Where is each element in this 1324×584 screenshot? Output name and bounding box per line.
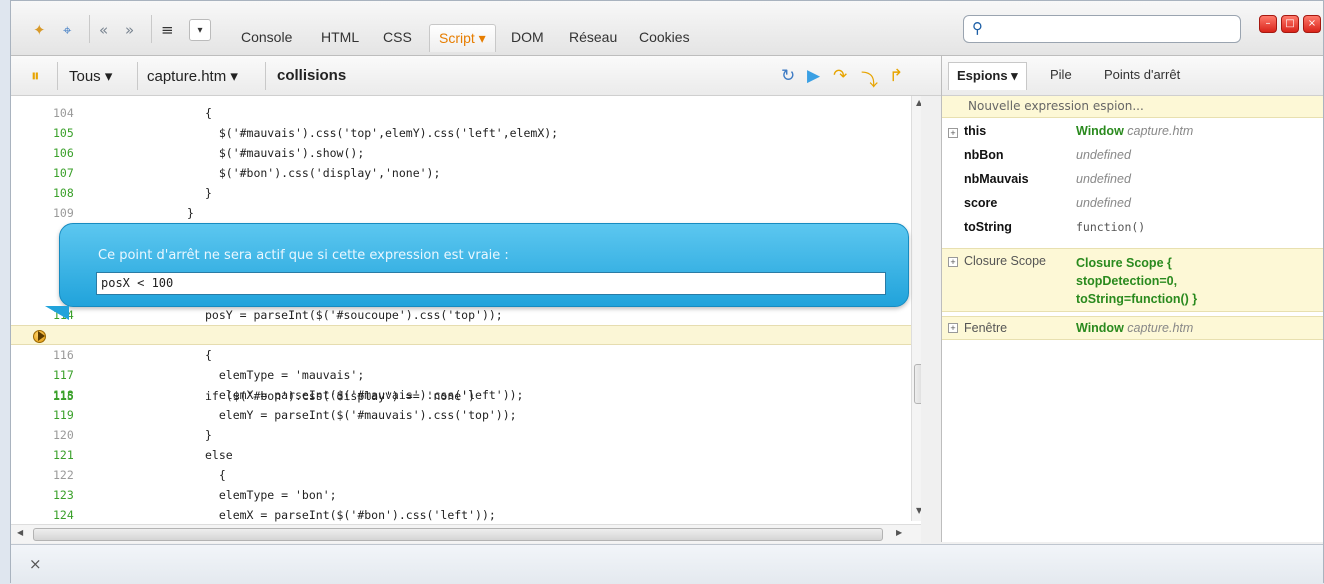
search-toolbar: ⚲ – □ × — [941, 1, 1323, 56]
step-over-icon[interactable]: ↷ — [833, 66, 847, 86]
window-scope-row[interactable]: + Fenêtre Window capture.htm — [942, 316, 1323, 340]
pause-icon[interactable]: ⏸ — [31, 66, 40, 86]
rerun-icon[interactable]: ↻ — [781, 66, 795, 86]
step-out-icon[interactable]: ↱ — [889, 66, 903, 86]
conditional-breakpoint-popup: Ce point d'arrêt ne sera actif que si ce… — [59, 223, 909, 307]
vertical-scroll-thumb[interactable] — [914, 364, 921, 404]
scroll-left-icon[interactable]: ◀ — [17, 528, 23, 537]
dropdown-icon[interactable]: ▾ — [189, 19, 211, 41]
tab-pile[interactable]: Pile — [1050, 67, 1072, 82]
close-icon[interactable]: × — [29, 555, 42, 573]
back-icon[interactable]: « — [99, 19, 108, 41]
tab-css[interactable]: CSS — [383, 29, 412, 45]
closure-scope-row[interactable]: + Closure Scope Closure Scope { stopDete… — [942, 248, 1323, 312]
breakpoint-arrow-icon — [38, 331, 45, 341]
minimize-button[interactable]: – — [1259, 15, 1277, 33]
code-line[interactable]: 116{ — [11, 345, 921, 365]
condition-prompt: Ce point d'arrêt ne sera actif que si ce… — [98, 248, 509, 263]
function-label: collisions — [277, 67, 347, 84]
code-line[interactable]: 123 elemType = 'bon'; — [11, 485, 921, 505]
detach-button[interactable]: □ — [1281, 15, 1299, 33]
scroll-right-icon[interactable]: ▶ — [896, 528, 902, 537]
expand-icon[interactable]: + — [948, 128, 958, 138]
file-selector[interactable]: capture.htm ▾ — [147, 67, 238, 85]
tab-script[interactable]: Script ▾ — [429, 24, 496, 52]
code-line[interactable]: 104{ — [11, 103, 921, 123]
scroll-down-icon[interactable]: ▼ — [916, 506, 921, 515]
inspect-icon[interactable]: ⌖ — [63, 19, 71, 41]
tab-reseau[interactable]: Réseau — [569, 29, 617, 45]
expand-icon[interactable]: + — [948, 323, 958, 333]
menu-icon[interactable]: ≡ — [161, 19, 174, 41]
scope-selector[interactable]: Tous ▾ — [69, 67, 112, 85]
code-line[interactable]: 106 $('#mauvais').show(); — [11, 143, 921, 163]
watch-tabs: Espions ▾ Pile Points d'arrêt — [942, 56, 1323, 96]
vertical-scrollbar[interactable]: ▲ ▼ — [911, 96, 921, 521]
firebug-icon[interactable]: ✦ — [33, 19, 46, 41]
code-line[interactable]: 121 else — [11, 445, 921, 465]
tab-espions[interactable]: Espions ▾ — [948, 62, 1027, 90]
code-editor[interactable]: 104{ 105 $('#mauvais').css('top',elemY).… — [11, 96, 921, 543]
code-line[interactable]: 114 posY = parseInt($('#soucoupe').css('t… — [11, 305, 921, 325]
step-into-icon[interactable]: ⤵ — [861, 66, 878, 91]
firebug-window: ✦ ⌖ « » ≡ ▾ Console HTML CSS Script ▾ DO… — [10, 0, 1324, 584]
status-bar: × — [11, 544, 1323, 584]
search-input[interactable]: ⚲ — [963, 15, 1241, 43]
code-line-breakpoint[interactable]: 115 if ($('#bon').css('display') == 'none… — [11, 325, 921, 403]
code-line[interactable]: 107 $('#bon').css('display','none'); — [11, 163, 921, 183]
forward-icon[interactable]: » — [125, 19, 134, 41]
scroll-up-icon[interactable]: ▲ — [916, 98, 921, 107]
code-line[interactable]: 108} — [11, 183, 921, 203]
tab-console[interactable]: Console — [241, 29, 292, 45]
code-line[interactable]: 122 { — [11, 465, 921, 485]
search-icon: ⚲ — [972, 19, 983, 37]
watch-row[interactable]: + this Window capture.htm — [942, 124, 1323, 146]
main-toolbar: ✦ ⌖ « » ≡ ▾ Console HTML CSS Script ▾ DO… — [11, 1, 941, 56]
tab-dom[interactable]: DOM — [511, 29, 544, 45]
code-line[interactable]: 119 elemY = parseInt($('#mauvais').css('… — [11, 405, 921, 425]
horizontal-scroll-thumb[interactable] — [33, 528, 883, 541]
tab-html[interactable]: HTML — [321, 29, 359, 45]
code-line[interactable]: 120} — [11, 425, 921, 445]
code-line[interactable]: 117 elemType = 'mauvais'; — [11, 365, 921, 385]
code-line[interactable]: 118 elemX = parseInt($('#mauvais').css('… — [11, 385, 921, 405]
new-watch-expression[interactable]: Nouvelle expression espion... — [942, 96, 1323, 118]
code-line[interactable]: 109} — [11, 203, 921, 223]
watch-row[interactable]: toString function() — [942, 220, 1323, 242]
code-line[interactable]: 124 elemX = parseInt($('#bon').css('left… — [11, 505, 921, 525]
close-button[interactable]: × — [1303, 15, 1321, 33]
code-line[interactable]: 105 $('#mauvais').css('top',elemY).css('… — [11, 123, 921, 143]
tab-cookies[interactable]: Cookies — [639, 29, 690, 45]
watch-panel: Espions ▾ Pile Points d'arrêt Nouvelle e… — [941, 56, 1323, 542]
horizontal-scrollbar[interactable]: ◀ ▶ — [11, 524, 921, 543]
tab-points-arret[interactable]: Points d'arrêt — [1104, 67, 1180, 82]
watch-row[interactable]: nbBon undefined — [942, 148, 1323, 170]
script-toolbar: ⏸ Tous ▾ capture.htm ▾ collisions ↻ ▶ ↷ … — [11, 56, 941, 96]
condition-input[interactable]: posX < 100 — [96, 272, 886, 295]
expand-icon[interactable]: + — [948, 257, 958, 267]
watch-row[interactable]: nbMauvais undefined — [942, 172, 1323, 194]
continue-icon[interactable]: ▶ — [807, 66, 820, 86]
popup-tail — [45, 306, 69, 320]
watch-row[interactable]: score undefined — [942, 196, 1323, 218]
